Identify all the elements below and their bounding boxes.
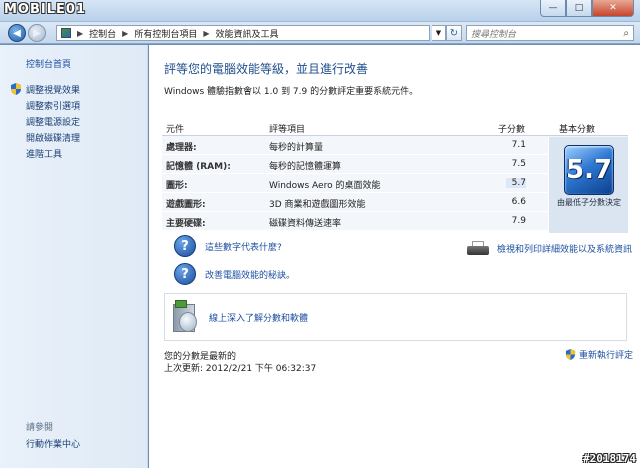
row-component: 遊戲圖形:	[166, 200, 206, 210]
sidebar-item-label: 開啟磁碟清理	[26, 133, 81, 144]
row-subscore: 7.5	[511, 159, 526, 169]
header-subscore: 子分數	[498, 125, 526, 135]
online-learn-more-link[interactable]: 線上深入了解分數和軟體	[209, 311, 308, 324]
base-score-value: 5.7	[565, 155, 613, 185]
help-row-tips: ? 改善電腦效能的秘訣。	[174, 263, 295, 285]
maximize-button[interactable]: □	[566, 0, 592, 17]
uac-shield-icon	[10, 83, 22, 95]
row-item: Windows Aero 的桌面效能	[269, 181, 381, 191]
breadcrumb-separator-icon[interactable]: ▶	[203, 29, 209, 38]
address-bar: ◀ ▶ ▶ 控制台 ▶ 所有控制台項目 ▶ 效能資訊及工具 ▼ ↻ 搜尋控制台 …	[0, 22, 640, 44]
row-item: 每秒的計算量	[269, 143, 324, 153]
page-title: 評等您的電腦效能等級，並且進行改善	[164, 62, 369, 76]
help-row-meaning: ? 這些數字代表什麼?	[174, 235, 282, 257]
title-bar: MOBILE01 — □ ✕	[0, 0, 640, 22]
row-subscore: 7.1	[511, 140, 526, 150]
uac-shield-icon	[565, 349, 576, 360]
help-meaning-link[interactable]: 這些數字代表什麼?	[205, 240, 282, 253]
score-table: 元件 評等項目 子分數 基本分數 處理器: 每秒的計算量 7.1 記憶體 (RA…	[162, 119, 628, 233]
search-input[interactable]: 搜尋控制台 ⌕	[466, 25, 634, 41]
row-component: 主要硬碟:	[166, 219, 206, 229]
printer-icon	[467, 241, 489, 255]
sidebar-task-list: 調整視覺效果 調整索引選項 調整電源設定 開啟磁碟清理 進階工具	[10, 81, 80, 161]
base-score-panel: 5.7 由最低子分數決定	[548, 137, 628, 233]
print-details-row: 檢視和列印詳細效能以及系統資訊	[467, 241, 632, 255]
help-question-icon: ?	[174, 263, 196, 285]
header-base-score: 基本分數	[559, 125, 596, 135]
rerun-assessment-row: 重新執行評定	[565, 348, 633, 361]
breadcrumb-control-panel[interactable]: 控制台	[89, 27, 116, 40]
back-button[interactable]: ◀	[8, 24, 26, 42]
sidebar-item-advanced-tools[interactable]: 進階工具	[10, 145, 80, 161]
watermark-post-id: #2018174	[583, 452, 636, 465]
see-also-heading: 請參閱	[26, 423, 54, 433]
sidebar-item-label: 調整視覺效果	[26, 85, 81, 96]
close-button[interactable]: ✕	[592, 0, 634, 17]
minimize-button[interactable]: —	[540, 0, 566, 17]
sidebar-item-visual-effects[interactable]: 調整視覺效果	[10, 81, 80, 97]
row-item: 3D 商業和遊戲圖形效能	[269, 200, 366, 210]
row-component: 處理器:	[166, 143, 197, 153]
forward-button[interactable]: ▶	[28, 24, 46, 42]
sidebar-item-power[interactable]: 調整電源設定	[10, 113, 80, 129]
breadcrumb-all-items[interactable]: 所有控制台項目	[134, 27, 197, 40]
base-score-note: 由最低子分數決定	[557, 198, 621, 207]
window-controls: — □ ✕	[540, 0, 634, 17]
print-details-link[interactable]: 檢視和列印詳細效能以及系統資訊	[497, 242, 632, 255]
base-score-tile: 5.7	[564, 145, 614, 195]
rerun-assessment-link[interactable]: 重新執行評定	[579, 348, 633, 361]
breadcrumb-separator-icon[interactable]: ▶	[122, 29, 128, 38]
table-header: 元件 評等項目 子分數 基本分數	[162, 119, 628, 136]
row-subscore: 6.6	[511, 197, 526, 207]
row-component: 圖形:	[166, 181, 188, 191]
sidebar-home-link[interactable]: 控制台首頁	[26, 57, 71, 70]
improve-tips-link[interactable]: 改善電腦效能的秘訣。	[205, 268, 295, 281]
sidebar-item-label: 調整索引選項	[26, 101, 81, 112]
main-content: 評等您的電腦效能等級，並且進行改善 Windows 體驗指數會以 1.0 到 7…	[149, 45, 640, 468]
row-item: 磁碟資料傳送速率	[269, 219, 342, 229]
row-subscore: 7.9	[511, 216, 526, 226]
header-component: 元件	[166, 125, 185, 135]
refresh-button[interactable]: ↻	[446, 25, 462, 41]
last-updated: 上次更新: 2012/2/21 下午 06:32:37	[164, 364, 317, 374]
row-item: 每秒的記憶體運算	[269, 162, 342, 172]
breadcrumb[interactable]: ▶ 控制台 ▶ 所有控制台項目 ▶ 效能資訊及工具	[56, 25, 430, 41]
sidebar-item-disk-cleanup[interactable]: 開啟磁碟清理	[10, 129, 80, 145]
row-component: 記憶體 (RAM):	[166, 162, 231, 172]
sidebar-item-label: 進階工具	[26, 149, 63, 160]
help-question-icon: ?	[174, 235, 196, 257]
sidebar-item-label: 調整電源設定	[26, 117, 81, 128]
control-panel-icon	[61, 28, 71, 38]
page-description: Windows 體驗指數會以 1.0 到 7.9 的分數評定重要系統元件。	[164, 87, 419, 97]
header-item: 評等項目	[269, 125, 306, 135]
breadcrumb-separator-icon[interactable]: ▶	[77, 29, 83, 38]
sidebar-item-indexing[interactable]: 調整索引選項	[10, 97, 80, 113]
watermark-logo: MOBILE01	[4, 2, 86, 17]
search-icon[interactable]: ⌕	[623, 28, 629, 39]
online-info-box: 線上深入了解分數和軟體	[164, 293, 627, 341]
row-subscore: 5.7	[506, 178, 526, 188]
search-placeholder: 搜尋控制台	[471, 29, 517, 40]
sidebar: 控制台首頁 調整視覺效果 調整索引選項 調整電源設定 開啟磁碟清理 進階工具 請…	[0, 45, 148, 468]
address-dropdown-icon[interactable]: ▼	[432, 25, 446, 41]
breadcrumb-performance[interactable]: 效能資訊及工具	[216, 27, 279, 40]
action-center-link[interactable]: 行動作業中心	[26, 437, 80, 450]
software-box-icon	[173, 300, 199, 334]
